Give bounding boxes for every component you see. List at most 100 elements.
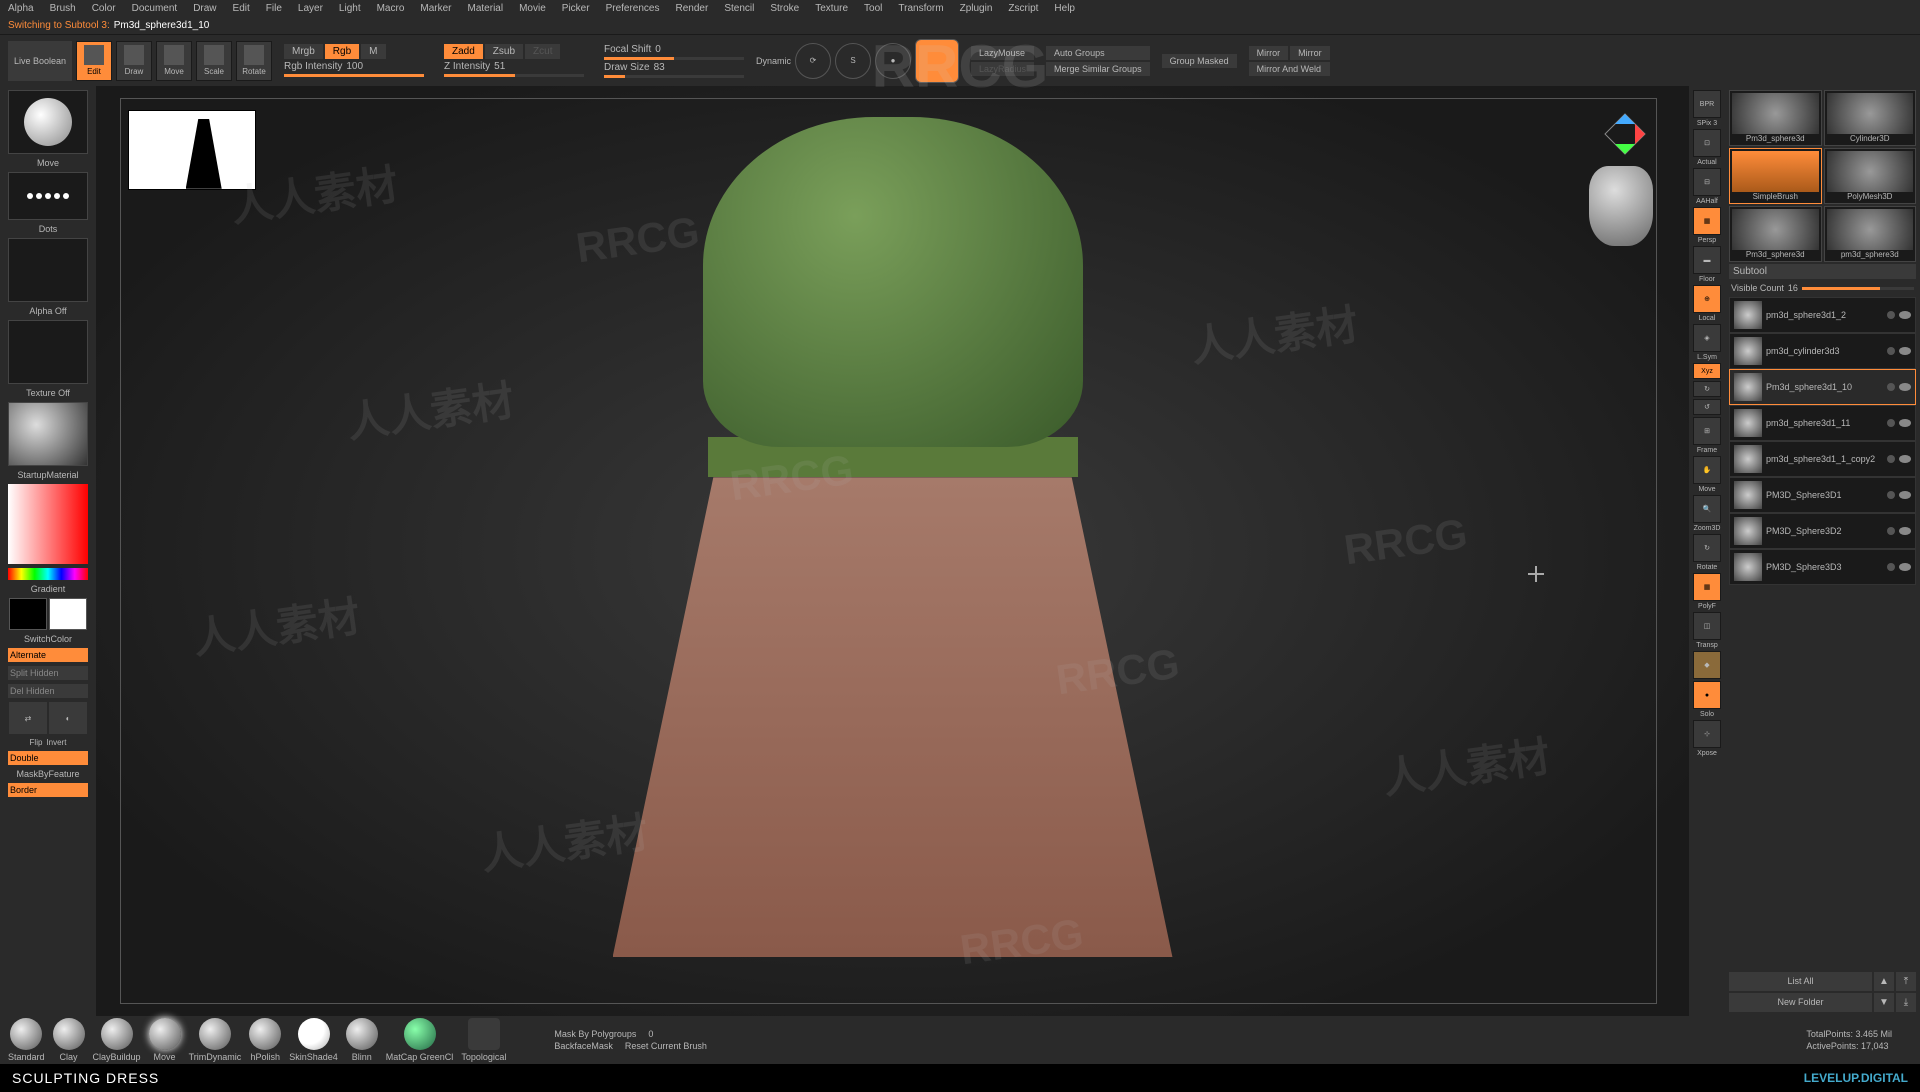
- menu-material[interactable]: Material: [468, 3, 504, 14]
- invert-button[interactable]: ◐: [49, 702, 87, 734]
- tool-item[interactable]: PolyMesh3D: [1824, 148, 1917, 204]
- actual-button[interactable]: ⊡: [1693, 129, 1721, 157]
- zoom3d-button[interactable]: 🔍: [1693, 495, 1721, 523]
- s-toggle-button[interactable]: S: [835, 43, 871, 79]
- stroke-preview[interactable]: [8, 172, 88, 220]
- brush-blinn[interactable]: Blinn: [346, 1018, 378, 1062]
- move-down-button[interactable]: ▼: [1874, 993, 1894, 1012]
- subtool-item[interactable]: pm3d_cylinder3d3: [1729, 333, 1916, 369]
- xpose-button[interactable]: ⊹: [1693, 720, 1721, 748]
- brush-preview-button[interactable]: [915, 39, 959, 83]
- del-hidden-button[interactable]: Del Hidden: [8, 684, 88, 698]
- brush-preview[interactable]: [8, 90, 88, 154]
- list-all-button[interactable]: List All: [1729, 972, 1872, 991]
- menu-stencil[interactable]: Stencil: [724, 3, 754, 14]
- menu-draw[interactable]: Draw: [193, 3, 216, 14]
- menu-document[interactable]: Document: [132, 3, 178, 14]
- move-up-button[interactable]: ▲: [1874, 972, 1894, 991]
- new-folder-button[interactable]: New Folder: [1729, 993, 1872, 1012]
- brush-skinshade4[interactable]: SkinShade4: [289, 1018, 338, 1062]
- hue-slider[interactable]: [8, 568, 88, 580]
- polyf-button[interactable]: ▦: [1693, 573, 1721, 601]
- brush-hpolish[interactable]: hPolish: [249, 1018, 281, 1062]
- menu-render[interactable]: Render: [676, 3, 709, 14]
- subtool-item[interactable]: pm3d_sphere3d1_11: [1729, 405, 1916, 441]
- menu-alpha[interactable]: Alpha: [8, 3, 34, 14]
- menu-movie[interactable]: Movie: [519, 3, 546, 14]
- flip-h-button[interactable]: ⇄: [9, 702, 47, 734]
- bpr-button[interactable]: BPR: [1693, 90, 1721, 118]
- auto-groups-button[interactable]: Auto Groups: [1046, 46, 1150, 60]
- brush-standard[interactable]: Standard: [8, 1018, 45, 1062]
- z-intensity-slider[interactable]: [444, 74, 584, 77]
- draw-mode-button[interactable]: Draw: [116, 41, 152, 81]
- menu-preferences[interactable]: Preferences: [606, 3, 660, 14]
- merge-similar-button[interactable]: Merge Similar Groups: [1046, 62, 1150, 76]
- transp-button[interactable]: ◫: [1693, 612, 1721, 640]
- subtool-item[interactable]: PM3D_Sphere3D1: [1729, 477, 1916, 513]
- circle-button-3[interactable]: ●: [875, 43, 911, 79]
- gradient-label[interactable]: Gradient: [31, 584, 66, 594]
- subtool-item[interactable]: pm3d_sphere3d1_2: [1729, 297, 1916, 333]
- zsub-toggle[interactable]: Zsub: [485, 44, 523, 59]
- focal-shift-slider[interactable]: [604, 57, 744, 60]
- menu-layer[interactable]: Layer: [298, 3, 323, 14]
- axis-gizmo[interactable]: [1601, 110, 1649, 158]
- brush-clay[interactable]: Clay: [53, 1018, 85, 1062]
- backface-mask-toggle[interactable]: BackfaceMask: [554, 1041, 613, 1051]
- tool-item[interactable]: Pm3d_sphere3d: [1729, 90, 1822, 146]
- ghost-button[interactable]: ◆: [1693, 651, 1721, 679]
- subtool-item[interactable]: pm3d_sphere3d1_1_copy2: [1729, 441, 1916, 477]
- menu-marker[interactable]: Marker: [420, 3, 451, 14]
- document-thumbnail[interactable]: [128, 110, 256, 190]
- floor-button[interactable]: ▬: [1693, 246, 1721, 274]
- menu-edit[interactable]: Edit: [233, 3, 250, 14]
- lsym-button[interactable]: ◈: [1693, 324, 1721, 352]
- material-preview[interactable]: [8, 402, 88, 466]
- menu-light[interactable]: Light: [339, 3, 361, 14]
- menu-stroke[interactable]: Stroke: [770, 3, 799, 14]
- viewport[interactable]: [96, 86, 1689, 1016]
- tool-item[interactable]: SimpleBrush: [1729, 148, 1822, 204]
- rotate-mode-button[interactable]: Rotate: [236, 41, 272, 81]
- subtool-item[interactable]: PM3D_Sphere3D3: [1729, 549, 1916, 585]
- color-picker[interactable]: [8, 484, 88, 564]
- menu-tool[interactable]: Tool: [864, 3, 882, 14]
- camera-head-gizmo[interactable]: [1589, 166, 1653, 246]
- tool-item[interactable]: pm3d_sphere3d: [1824, 206, 1917, 262]
- dynamic-label[interactable]: Dynamic: [756, 56, 791, 66]
- subtool-item[interactable]: PM3D_Sphere3D2: [1729, 513, 1916, 549]
- edit-mode-button[interactable]: Edit: [76, 41, 112, 81]
- draw-size-slider[interactable]: [604, 75, 744, 78]
- rotate-view-button[interactable]: ↻: [1693, 534, 1721, 562]
- secondary-color[interactable]: [9, 598, 47, 630]
- primary-color[interactable]: [49, 598, 87, 630]
- m-toggle[interactable]: M: [361, 44, 385, 59]
- move-top-button[interactable]: ⤒: [1896, 972, 1916, 991]
- switch-color-button[interactable]: SwitchColor: [24, 634, 72, 644]
- stabilize-button[interactable]: ⟳: [795, 43, 831, 79]
- group-masked-button[interactable]: Group Masked: [1162, 54, 1237, 68]
- lazy-mouse-toggle[interactable]: LazyMouse: [971, 46, 1034, 60]
- reset-brush-button[interactable]: Reset Current Brush: [625, 1041, 707, 1051]
- mask-by-feature-label[interactable]: MaskByFeature: [16, 769, 79, 779]
- z-button[interactable]: ↺: [1693, 399, 1721, 415]
- move-view-button[interactable]: ✋: [1693, 456, 1721, 484]
- mask-polygroups-label[interactable]: Mask By Polygroups: [554, 1029, 636, 1039]
- brush-topological[interactable]: Topological: [461, 1018, 506, 1062]
- rgb-intensity-slider[interactable]: [284, 74, 424, 77]
- tool-item[interactable]: Cylinder3D: [1824, 90, 1917, 146]
- live-boolean-toggle[interactable]: Live Boolean: [8, 41, 72, 81]
- menu-color[interactable]: Color: [92, 3, 116, 14]
- visible-count-slider[interactable]: Visible Count 16: [1729, 281, 1916, 295]
- local-button[interactable]: ⊕: [1693, 285, 1721, 313]
- mirror-button[interactable]: Mirror: [1249, 46, 1289, 60]
- alternate-button[interactable]: Alternate: [8, 648, 88, 662]
- brush-move[interactable]: Move: [149, 1018, 181, 1062]
- brush-claybuildup[interactable]: ClayBuildup: [93, 1018, 141, 1062]
- rgb-toggle[interactable]: Rgb: [325, 44, 359, 59]
- brush-matcap[interactable]: MatCap GreenCl: [386, 1018, 454, 1062]
- split-hidden-button[interactable]: Split Hidden: [8, 666, 88, 680]
- menu-zplugin[interactable]: Zplugin: [960, 3, 993, 14]
- menu-help[interactable]: Help: [1054, 3, 1075, 14]
